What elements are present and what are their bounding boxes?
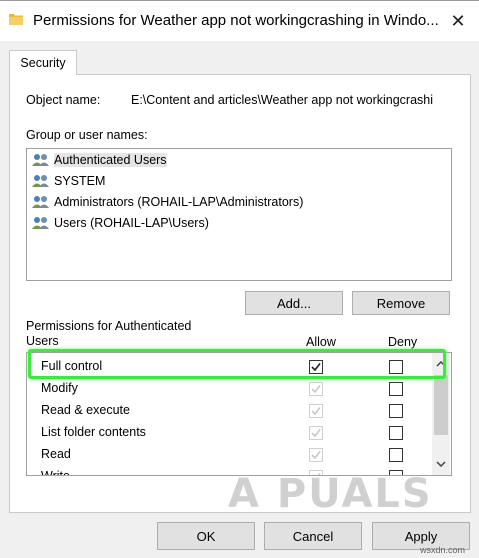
scrollbar-thumb[interactable] [434,375,448,435]
watermark: A PUALS [228,471,433,517]
deny-checkbox[interactable] [389,360,403,374]
permission-name: Modify [41,381,78,395]
allow-checkbox[interactable] [309,426,323,440]
folder-icon [9,14,23,25]
title-bar: Permissions for Weather app not workingc… [0,1,479,41]
permissions-label-line1: Permissions for Authenticated [26,319,192,333]
allow-checkbox[interactable] [309,360,323,374]
permission-name: Read & execute [41,403,130,417]
scroll-down-button[interactable] [432,455,450,473]
checkmark-icon [311,429,321,438]
group-names-label: Group or user names: [26,128,148,142]
permissions-list[interactable]: Full control Modify Read & execute List fol… [26,352,452,476]
group-user-list[interactable]: Authenticated Users SYSTEM Administrator… [26,148,452,281]
permission-name: Full control [41,359,103,373]
list-item-label: Authenticated Users [54,153,167,167]
list-item[interactable]: Administrators (ROHAIL-LAP\Administrator… [32,192,303,212]
chevron-down-icon [436,461,446,467]
table-row: Read [27,444,432,466]
list-item-label: SYSTEM [54,174,106,188]
remove-button[interactable]: Remove [352,291,450,315]
users-icon [32,154,49,166]
list-item[interactable]: Authenticated Users [32,150,167,170]
cancel-button[interactable]: Cancel [264,522,362,550]
permission-name: Read [41,447,71,461]
users-icon [32,217,49,229]
scroll-up-button[interactable] [432,355,450,373]
table-row: Full control [27,356,432,378]
table-row: List folder contents [27,422,432,444]
list-item-label: Administrators (ROHAIL-LAP\Administrator… [54,195,304,209]
deny-checkbox[interactable] [389,404,403,418]
add-button[interactable]: Add... [245,291,343,315]
close-icon: ✕ [450,10,466,31]
permission-name: Write [41,469,70,476]
users-icon [32,175,49,187]
checkmark-icon [311,407,321,416]
deny-checkbox[interactable] [389,382,403,396]
users-icon [32,196,49,208]
deny-checkbox[interactable] [389,426,403,440]
checkmark-icon [311,451,321,460]
window-title: Permissions for Weather app not workingc… [33,12,438,29]
list-item[interactable]: SYSTEM [32,171,105,191]
site-tag: wsxdn.com [420,545,466,555]
object-name-value: E:\Content and articles\Weather app not … [131,93,434,107]
allow-checkbox[interactable] [309,382,323,396]
checkmark-icon [311,385,321,394]
chevron-up-icon [436,361,446,367]
allow-checkbox[interactable] [309,448,323,462]
object-name-label: Object name: [26,93,101,107]
ok-button[interactable]: OK [157,522,255,550]
permission-name: List folder contents [41,425,146,439]
checkmark-icon [311,363,321,372]
allow-header: Allow [306,335,336,349]
permissions-label-line2: Users [26,334,59,348]
deny-checkbox[interactable] [389,448,403,462]
close-button[interactable]: ✕ [444,7,472,35]
list-item[interactable]: Users (ROHAIL-LAP\Users) [32,213,209,233]
list-item-label: Users (ROHAIL-LAP\Users) [54,216,209,230]
table-row: Modify [27,378,432,400]
permissions-scrollbar[interactable] [432,353,450,475]
allow-checkbox[interactable] [309,404,323,418]
deny-header: Deny [388,335,418,349]
table-row: Read & execute [27,400,432,422]
tab-security[interactable]: Security [9,50,77,75]
permissions-dialog: Permissions for Weather app not workingc… [0,0,479,558]
